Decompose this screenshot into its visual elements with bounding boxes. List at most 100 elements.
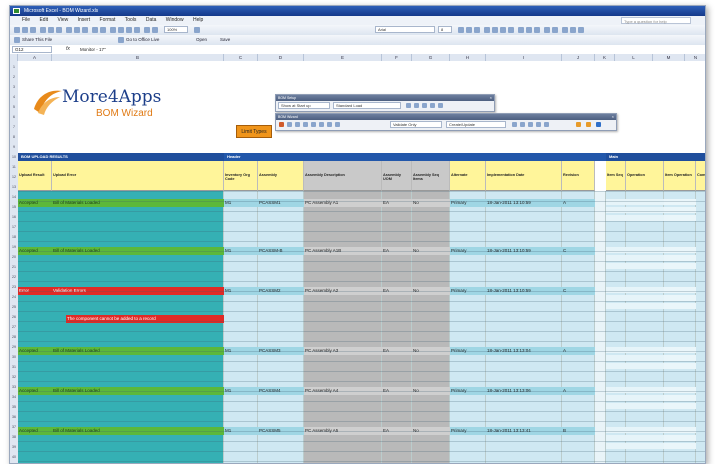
item-seq-cell[interactable] [606, 263, 626, 269]
help-icon[interactable] [194, 27, 200, 33]
item-operation-cell[interactable] [664, 287, 696, 293]
wizard-tool-icon[interactable] [544, 122, 549, 127]
row-header[interactable]: 4 [10, 95, 18, 99]
align-center-icon[interactable] [492, 27, 498, 33]
row-header[interactable]: 35 [10, 405, 18, 409]
spelling-icon[interactable] [56, 27, 62, 33]
row-header[interactable]: 21 [10, 265, 18, 269]
go-to-office-live-button[interactable]: Go to Office Live [126, 35, 159, 45]
operation-cell[interactable] [626, 403, 664, 409]
function-icon[interactable]: fx [66, 45, 70, 54]
undo-icon[interactable] [92, 27, 98, 33]
column-header[interactable]: G [412, 54, 450, 61]
menu-data[interactable]: Data [142, 16, 161, 25]
item-seq-cell[interactable] [606, 199, 626, 205]
align-left-icon[interactable] [484, 27, 490, 33]
row-header[interactable]: 28 [10, 335, 18, 339]
setup-tool-icon[interactable] [430, 103, 435, 108]
row-header[interactable]: 25 [10, 305, 18, 309]
row-header[interactable]: 20 [10, 255, 18, 259]
print-icon[interactable] [40, 27, 46, 33]
wizard-tool-icon[interactable] [576, 122, 581, 127]
row-header[interactable]: 7 [10, 125, 18, 129]
wizard-tool-icon[interactable] [303, 122, 308, 127]
row-header[interactable]: 9 [10, 145, 18, 149]
wizard-tool-icon[interactable] [512, 122, 517, 127]
menu-edit[interactable]: Edit [35, 16, 52, 25]
underline-icon[interactable] [474, 27, 480, 33]
wizard-tool-icon[interactable] [536, 122, 541, 127]
startup-select[interactable]: Show at Start up [278, 102, 330, 109]
row-header[interactable]: 13 [10, 185, 18, 189]
help-search-input[interactable]: Type a question for help [621, 17, 691, 24]
menu-view[interactable]: View [53, 16, 72, 25]
percent-icon[interactable] [526, 27, 532, 33]
item-operation-cell[interactable] [664, 363, 696, 369]
column-header[interactable]: L [615, 54, 653, 61]
wizard-tool-icon[interactable] [279, 122, 284, 127]
wizard-tool-icon[interactable] [520, 122, 525, 127]
save-icon[interactable] [30, 27, 36, 33]
column-header[interactable]: A [18, 54, 52, 61]
select-all-corner[interactable] [10, 54, 18, 61]
menu-file[interactable]: File [10, 16, 34, 25]
drawing-icon[interactable] [152, 27, 158, 33]
column-header[interactable]: C [224, 54, 258, 61]
wizard-tool-icon[interactable] [586, 122, 591, 127]
merge-center-icon[interactable] [508, 27, 514, 33]
operation-cell[interactable] [626, 247, 664, 253]
item-seq-cell[interactable] [606, 247, 626, 253]
wizard-help-icon[interactable] [596, 122, 601, 127]
fill-color-icon[interactable] [570, 27, 576, 33]
row-header[interactable]: 16 [10, 215, 18, 219]
menu-tools[interactable]: Tools [121, 16, 141, 25]
italic-icon[interactable] [466, 27, 472, 33]
row-header[interactable]: 34 [10, 395, 18, 399]
wizard-tool-icon[interactable] [311, 122, 316, 127]
column-header[interactable]: J [562, 54, 595, 61]
row-header[interactable]: 39 [10, 445, 18, 449]
item-operation-cell[interactable] [664, 443, 696, 449]
row-header[interactable]: 2 [10, 75, 18, 79]
wizard-tool-icon[interactable] [287, 122, 292, 127]
row-header[interactable]: 19 [10, 245, 18, 249]
row-header[interactable]: 37 [10, 425, 18, 429]
item-operation-cell[interactable] [664, 387, 696, 393]
item-operation-cell[interactable] [664, 263, 696, 269]
item-operation-cell[interactable] [664, 303, 696, 309]
item-operation-cell[interactable] [664, 207, 696, 213]
column-header[interactable]: I [486, 54, 562, 61]
row-header[interactable]: 33 [10, 385, 18, 389]
setup-tool-icon[interactable] [406, 103, 411, 108]
row-header[interactable]: 11 [10, 165, 18, 169]
hyperlink-icon[interactable] [110, 27, 116, 33]
redo-icon[interactable] [100, 27, 106, 33]
currency-icon[interactable] [518, 27, 524, 33]
item-operation-cell[interactable] [664, 247, 696, 253]
cut-icon[interactable] [66, 27, 72, 33]
item-seq-cell[interactable] [606, 427, 626, 433]
row-header[interactable]: 36 [10, 415, 18, 419]
new-icon[interactable] [14, 27, 20, 33]
setup-tool-icon[interactable] [422, 103, 427, 108]
borders-icon[interactable] [562, 27, 568, 33]
open-button[interactable]: Open [196, 35, 207, 45]
validate-select[interactable]: Validate Only [390, 121, 442, 128]
column-header[interactable]: D [258, 54, 304, 61]
bold-icon[interactable] [458, 27, 464, 33]
menu-insert[interactable]: Insert [74, 16, 95, 25]
zoom-select[interactable]: 100% [164, 26, 188, 33]
operation-cell[interactable] [626, 303, 664, 309]
sort-ascending-icon[interactable] [126, 27, 132, 33]
column-header[interactable]: M [653, 54, 685, 61]
autosum-icon[interactable] [118, 27, 124, 33]
sort-descending-icon[interactable] [134, 27, 140, 33]
wizard-tool-icon[interactable] [319, 122, 324, 127]
item-seq-cell[interactable] [606, 347, 626, 353]
increase-indent-icon[interactable] [552, 27, 558, 33]
operation-cell[interactable] [626, 287, 664, 293]
wizard-tool-icon[interactable] [528, 122, 533, 127]
share-this-file-button[interactable]: Share This File [22, 35, 52, 45]
wizard-tool-icon[interactable] [335, 122, 340, 127]
column-header[interactable]: H [450, 54, 486, 61]
